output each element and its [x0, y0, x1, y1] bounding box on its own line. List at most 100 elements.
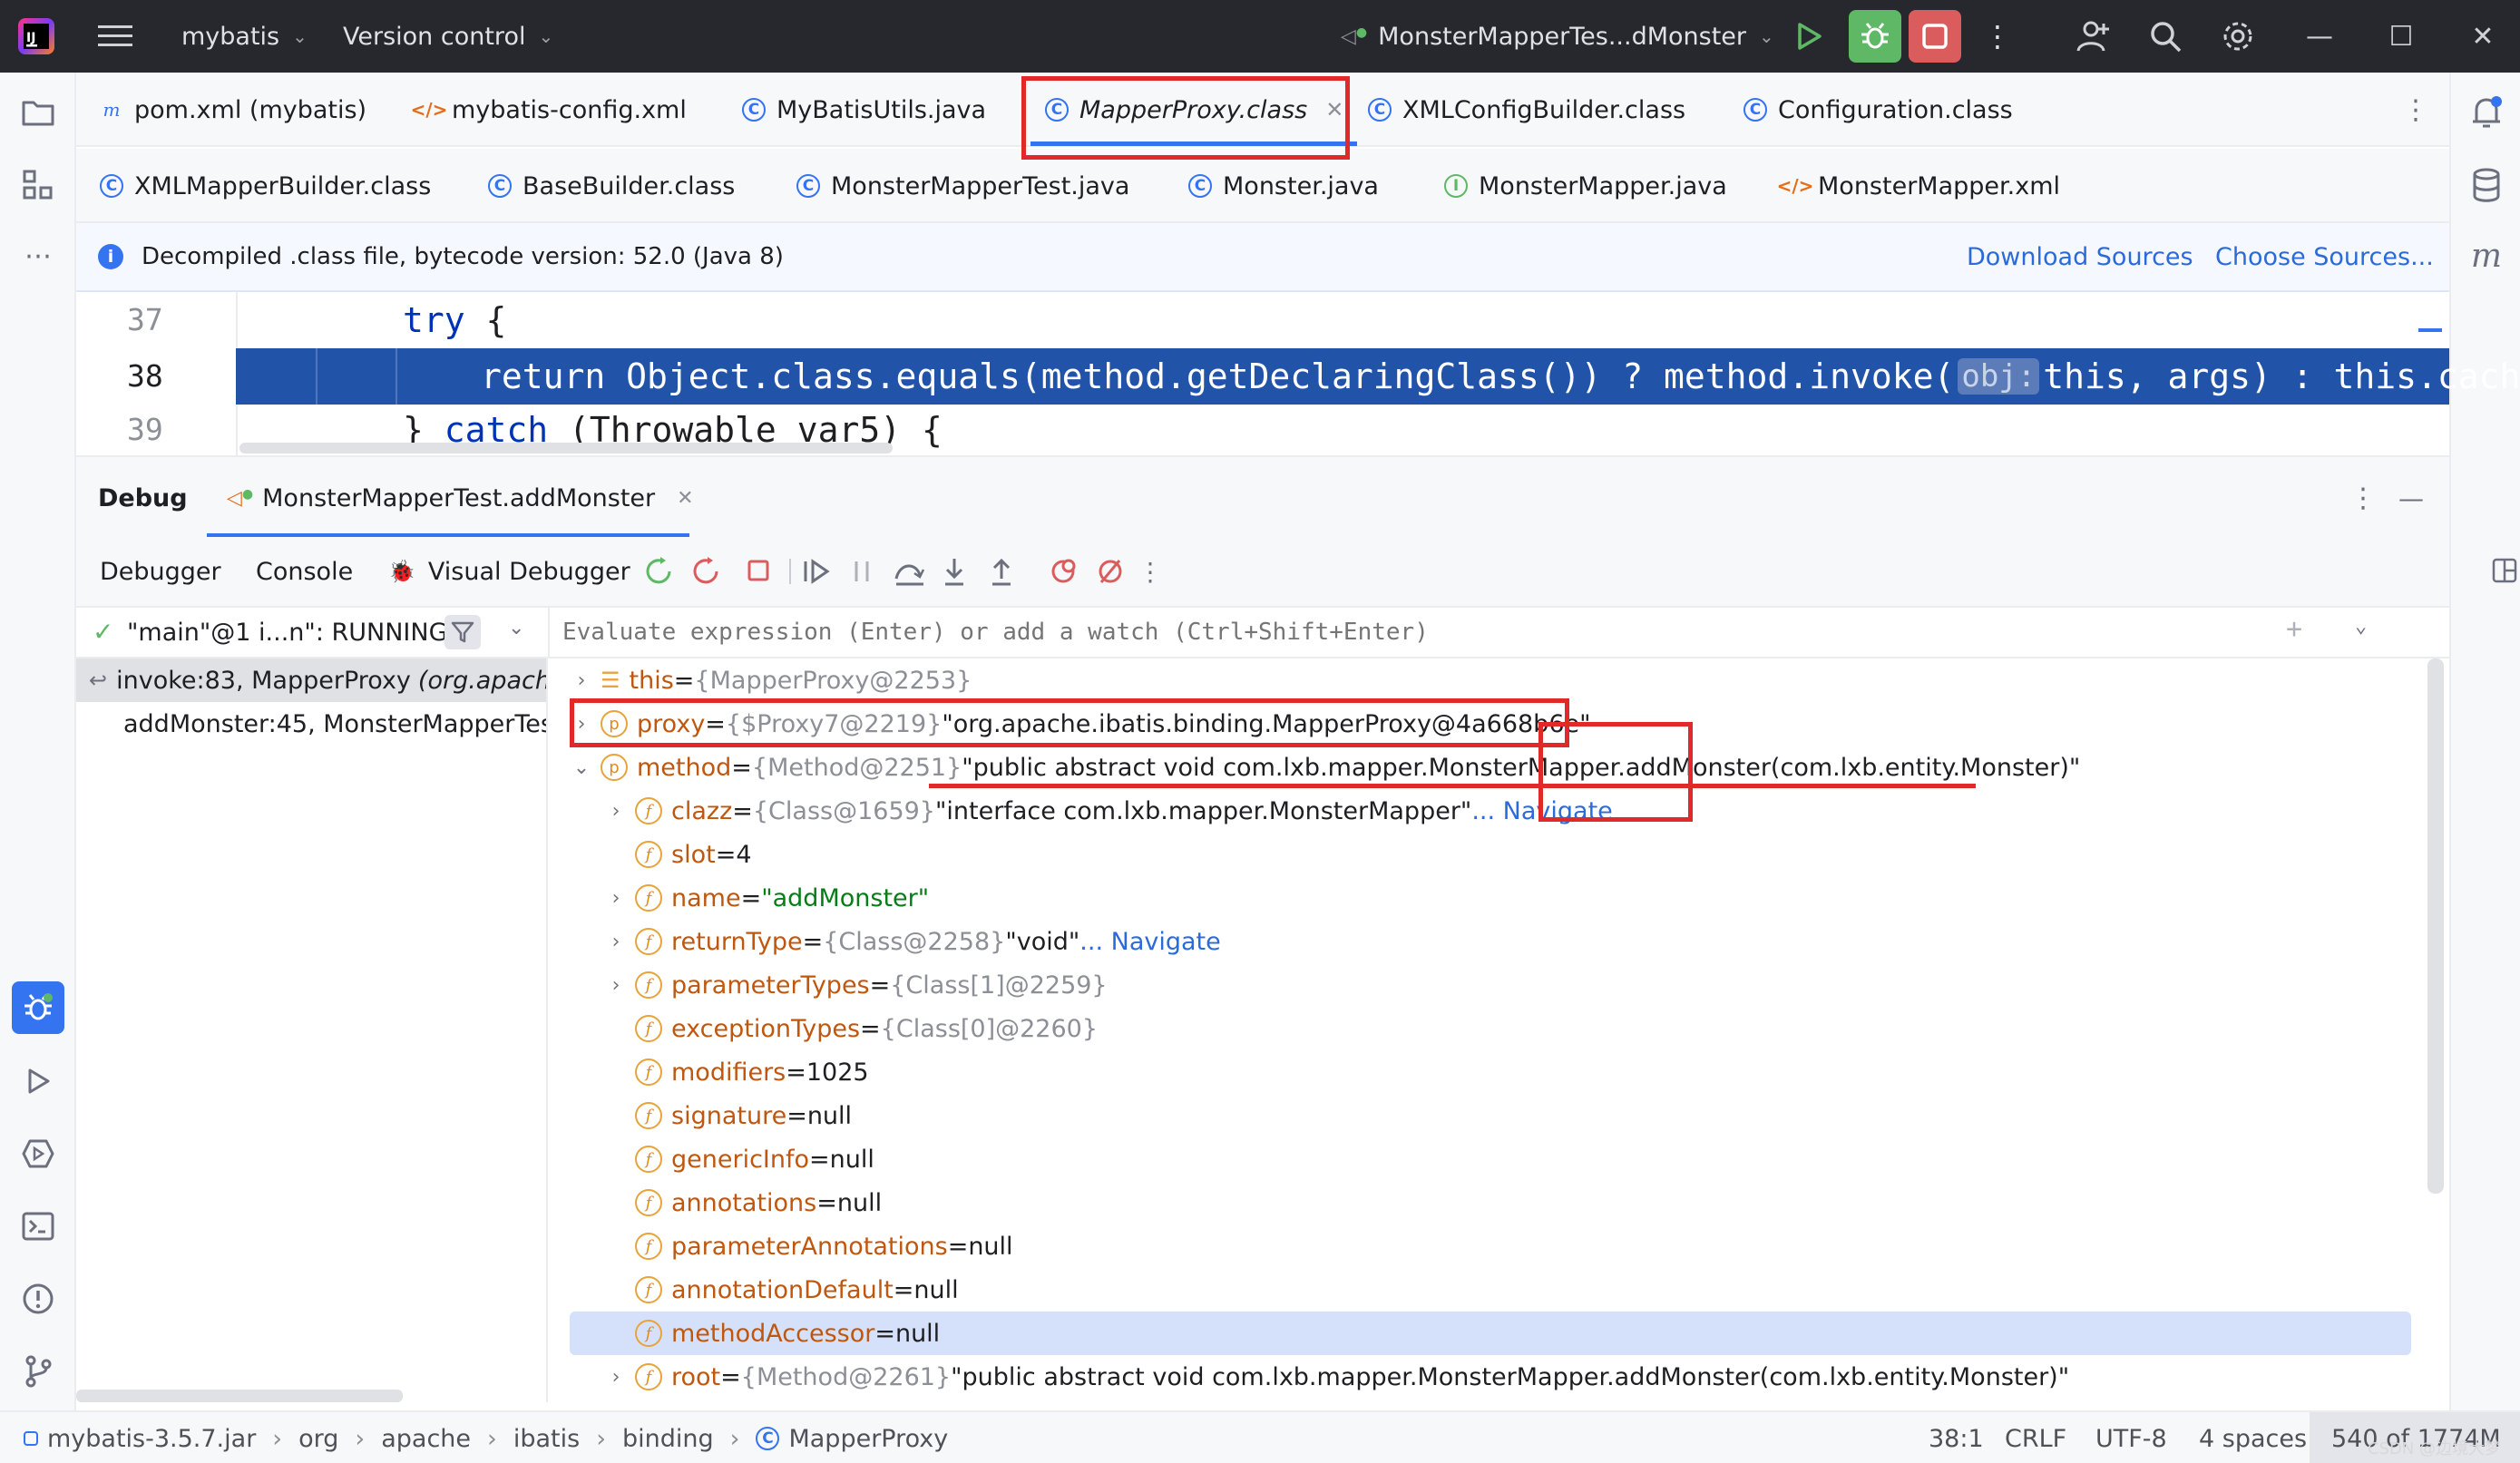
variable-row[interactable]: › p proxy = {$Proxy7@2219} "org.apache.iba… — [548, 702, 2417, 746]
project-selector[interactable]: mybatis ⌄ — [181, 0, 308, 73]
more-actions-icon[interactable]: ⋮ — [1983, 0, 2012, 73]
caret-position[interactable]: 38:1 — [1929, 1412, 1984, 1463]
run-config-selector[interactable]: ◁● MonsterMapperTes...dMonster ⌄ — [1341, 0, 1774, 73]
run-button[interactable] — [1792, 0, 1823, 73]
tab-debugger[interactable]: Debugger — [100, 537, 221, 606]
close-session-icon[interactable]: ✕ — [677, 487, 693, 510]
maximize-icon[interactable]: ☐ — [2360, 0, 2442, 73]
variable-row[interactable]: f modifiers = 1025 — [548, 1050, 2417, 1094]
variable-row[interactable]: › f clazz = {Class@1659} "interface com.lx… — [548, 789, 2417, 833]
tab-configuration-class[interactable]: C Configuration.class — [1742, 73, 2013, 147]
vertical-scrollbar[interactable] — [2427, 658, 2444, 1194]
tab-mybatis-config-xml[interactable]: </> mybatis-config.xml — [411, 73, 687, 147]
chevron-right-icon[interactable]: › — [570, 713, 593, 736]
services-icon[interactable] — [16, 1132, 60, 1175]
variable-row[interactable]: › f root = {Method@2261} "public abstract … — [548, 1355, 2417, 1399]
variable-row[interactable]: f genericInfo = null — [548, 1137, 2417, 1181]
variable-row[interactable]: f annotations = null — [548, 1181, 2417, 1224]
problems-icon[interactable] — [16, 1277, 60, 1321]
tab-xmlconfigbuilder-class[interactable]: C XMLConfigBuilder.class — [1366, 73, 1685, 147]
add-watch-icon[interactable]: + — [2286, 613, 2302, 645]
evaluate-expression-bar[interactable]: + ⌄ — [548, 606, 2449, 658]
chevron-right-icon[interactable]: › — [604, 931, 628, 953]
variable-row[interactable]: f parameterAnnotations = null — [548, 1224, 2417, 1268]
tab-options-icon[interactable]: ⋮ — [2402, 73, 2429, 147]
run-tool-icon[interactable] — [16, 1059, 60, 1103]
minimize-icon[interactable]: — — [2279, 0, 2360, 73]
frame-item[interactable]: addMonster:45, MonsterMapperTest — [76, 702, 546, 746]
download-sources-link[interactable]: Download Sources — [1967, 243, 2193, 271]
add-user-icon[interactable] — [2076, 0, 2112, 73]
more-tools-icon[interactable]: ⋯ — [16, 234, 60, 278]
chevron-down-icon[interactable]: ⌄ — [508, 617, 524, 639]
variable-row[interactable]: f exceptionTypes = {Class[0]@2260} — [548, 1007, 2417, 1050]
indent-setting[interactable]: 4 spaces — [2199, 1412, 2307, 1463]
breadcrumb-item[interactable]: mybatis-3.5.7.jar — [47, 1425, 256, 1453]
variable-row[interactable]: f slot = 4 — [548, 833, 2417, 876]
chevron-right-icon[interactable]: › — [570, 669, 593, 692]
tab-monstermapper-java[interactable]: I MonsterMapper.java — [1442, 149, 1727, 223]
debug-button[interactable] — [1849, 10, 1901, 63]
variable-row[interactable]: f methodAccessor = null — [570, 1312, 2411, 1355]
main-menu-icon[interactable] — [98, 0, 132, 73]
tab-basebuilder-class[interactable]: C BaseBuilder.class — [486, 149, 735, 223]
line-separator[interactable]: CRLF — [2005, 1412, 2066, 1463]
app-logo[interactable]: IJ — [16, 0, 56, 73]
chevron-right-icon[interactable]: › — [604, 800, 628, 823]
breadcrumb-item[interactable]: ibatis — [513, 1425, 580, 1453]
tab-monster-java[interactable]: C Monster.java — [1187, 149, 1379, 223]
variable-row[interactable]: › f name = "addMonster" — [548, 876, 2417, 920]
tab-visual-debugger[interactable]: 🐞 Visual Debugger — [388, 537, 630, 606]
thread-selector[interactable]: ✓ "main"@1 i...n": RUNNING ⌄ — [76, 606, 548, 658]
debug-session-tab[interactable]: ◁● MonsterMapperTest.addMonster ✕ — [227, 457, 694, 539]
notifications-icon[interactable] — [2465, 91, 2508, 134]
tab-xmlmapperbuilder-class[interactable]: C XMLMapperBuilder.class — [98, 149, 431, 223]
terminal-icon[interactable] — [16, 1205, 60, 1248]
breakpoint-actions[interactable]: ⋮ — [1047, 555, 1156, 590]
structure-icon[interactable] — [16, 163, 60, 207]
code-editor[interactable]: 37 try { 38 return Object.class.equals(m… — [76, 292, 2520, 455]
close-tab-icon[interactable]: ✕ — [1325, 97, 1343, 122]
database-icon[interactable] — [2465, 163, 2508, 207]
stop-button[interactable] — [1909, 10, 1961, 63]
tab-console[interactable]: Console — [256, 537, 353, 606]
chevron-right-icon[interactable]: › — [604, 1366, 628, 1389]
navigate-link[interactable]: ... Navigate — [1079, 928, 1220, 956]
horizontal-scrollbar[interactable] — [76, 1390, 403, 1402]
variable-row[interactable]: ⌄ p method = {Method@2251} "public abstrac… — [548, 746, 2417, 789]
close-icon[interactable]: ✕ — [2442, 0, 2520, 73]
variable-row[interactable]: › f parameterTypes = {Class[1]@2259} — [548, 963, 2417, 1007]
variable-row[interactable]: f signature = null — [548, 1094, 2417, 1137]
variable-row[interactable]: f annotationDefault = null — [548, 1268, 2417, 1312]
horizontal-scrollbar[interactable] — [239, 443, 893, 454]
maven-icon[interactable]: m — [2465, 234, 2508, 278]
breadcrumb-item[interactable]: org — [298, 1425, 338, 1453]
vcs-selector[interactable]: Version control ⌄ — [343, 0, 553, 73]
breadcrumb-item[interactable]: binding — [622, 1425, 714, 1453]
debug-tool-icon[interactable] — [12, 981, 64, 1034]
tab-mybatisutils-java[interactable]: C MyBatisUtils.java — [740, 73, 986, 147]
chevron-down-icon[interactable]: ⌄ — [570, 756, 593, 779]
folder-icon[interactable] — [16, 91, 60, 134]
choose-sources-link[interactable]: Choose Sources... — [2215, 243, 2434, 271]
tab-mapperproxy-class[interactable]: C MapperProxy.class ✕ — [1043, 73, 1343, 147]
tab-pom-xml[interactable]: m pom.xml (mybatis) — [98, 73, 367, 147]
git-icon[interactable] — [16, 1350, 60, 1393]
filter-icon[interactable] — [444, 615, 481, 649]
frame-item[interactable]: ↩ invoke:83, MapperProxy (org.apache.i — [76, 658, 546, 702]
layout-icon[interactable] — [2491, 557, 2518, 590]
debug-actions[interactable] — [642, 555, 1032, 590]
chevron-right-icon[interactable]: › — [604, 974, 628, 997]
gear-icon[interactable] — [2221, 0, 2255, 73]
chevron-down-icon[interactable]: ⌄ — [2355, 615, 2367, 638]
options-icon[interactable]: ⋮ — [2349, 457, 2377, 539]
tab-monstermapper-xml[interactable]: </> MonsterMapper.xml — [1777, 149, 2060, 223]
tab-monstermappertest-java[interactable]: C MonsterMapperTest.java — [795, 149, 1129, 223]
variable-row[interactable]: › f returnType = {Class@2258} "void" ... N… — [548, 920, 2417, 963]
breadcrumb-item[interactable]: apache — [381, 1425, 471, 1453]
search-icon[interactable] — [2148, 0, 2183, 73]
navigate-link[interactable]: ... Navigate — [1471, 797, 1612, 825]
variable-row[interactable]: › ☰ this = {MapperProxy@2253} — [548, 658, 2417, 702]
evaluate-expression-input[interactable] — [562, 613, 2286, 651]
chevron-right-icon[interactable]: › — [604, 887, 628, 910]
